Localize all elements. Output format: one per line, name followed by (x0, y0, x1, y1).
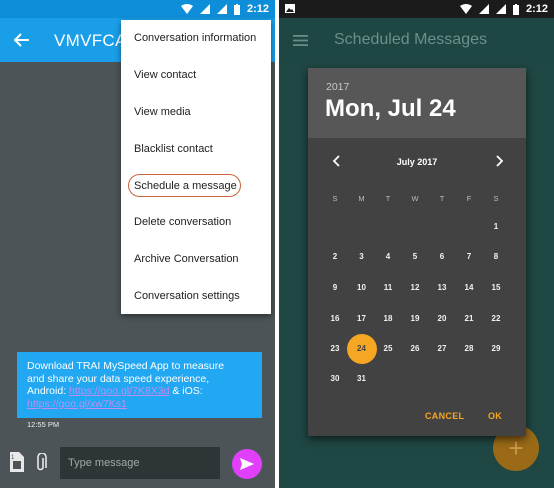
menu-item-label: Blacklist contact (134, 142, 213, 155)
signal-icon (478, 4, 489, 14)
calendar-day[interactable]: 23 (323, 337, 347, 361)
menu-item-view-media[interactable]: View media (121, 94, 271, 131)
calendar-day[interactable]: 8 (484, 245, 508, 269)
calendar-day[interactable]: 22 (484, 307, 508, 331)
status-bar: 2:12 (0, 0, 275, 18)
menu-icon[interactable] (293, 35, 308, 46)
calendar-day[interactable]: 28 (457, 337, 481, 361)
message-link-ios[interactable]: https://goo.gl/xw7Ks1 (27, 398, 127, 410)
menu-item-conversation-settings[interactable]: Conversation settings (121, 278, 271, 315)
weekday-label: S (332, 194, 338, 203)
calendar-day[interactable]: 26 (403, 337, 427, 361)
calendar-day[interactable]: 3 (350, 245, 374, 269)
signal-icon-2 (216, 4, 227, 14)
calendar-day[interactable]: 5 (403, 245, 427, 269)
battery-icon (233, 3, 240, 15)
calendar-day[interactable]: 7 (457, 245, 481, 269)
weekday-label: T (439, 194, 445, 203)
calendar-day[interactable]: 9 (323, 276, 347, 300)
wifi-icon (180, 4, 193, 14)
attachment-icon[interactable] (34, 453, 48, 473)
message-text-ios: & iOS: (169, 385, 203, 397)
ok-button[interactable]: OK (488, 411, 502, 421)
app-bar: Scheduled Messages (279, 18, 554, 62)
message-text-android: Android: (27, 385, 67, 397)
message-line-3: Android: https://goo.gl/7K8X3d & iOS: (27, 385, 252, 398)
calendar-day[interactable]: 13 (430, 276, 454, 300)
status-bar: 2:12 (279, 0, 554, 18)
overflow-menu: Conversation information View contact Vi… (121, 20, 271, 314)
calendar-day[interactable]: 27 (430, 337, 454, 361)
page-title: Scheduled Messages (334, 31, 487, 48)
calendar-day[interactable]: 16 (323, 307, 347, 331)
cancel-button[interactable]: CANCEL (425, 411, 464, 421)
back-arrow-icon[interactable] (13, 31, 31, 49)
menu-item-blacklist-contact[interactable]: Blacklist contact (121, 130, 271, 167)
menu-item-schedule-message[interactable]: Schedule a message (121, 167, 271, 204)
signal-icon (199, 4, 210, 14)
menu-item-delete-conversation[interactable]: Delete conversation (121, 204, 271, 241)
calendar-day[interactable]: 2 (323, 245, 347, 269)
calendar-day[interactable]: 30 (323, 367, 347, 391)
calendar-day[interactable]: 11 (376, 276, 400, 300)
calendar-day[interactable]: 20 (430, 307, 454, 331)
calendar-day[interactable]: 29 (484, 337, 508, 361)
menu-item-label: Delete conversation (134, 216, 232, 229)
menu-item-label: Conversation information (134, 32, 257, 45)
message-input[interactable]: Type message (60, 447, 220, 479)
weekday-label: F (466, 194, 472, 203)
menu-item-label: View contact (134, 69, 197, 82)
conversation-screen: 2:12 VMVFCAR Download TRAI MySpeed App t… (0, 0, 275, 488)
calendar-day[interactable]: 19 (403, 307, 427, 331)
calendar-day[interactable]: 1 (484, 215, 508, 239)
message-link-android[interactable]: https://goo.gl/7K8X3d (69, 385, 169, 397)
signal-icon-2 (495, 4, 506, 14)
weekday-label: T (385, 194, 391, 203)
sim-icon[interactable]: 1 (10, 452, 24, 472)
send-button[interactable] (232, 449, 262, 479)
selected-date[interactable]: Mon, Jul 24 (325, 95, 456, 123)
menu-item-label: View media (134, 105, 191, 118)
calendar-day[interactable]: 14 (457, 276, 481, 300)
menu-item-conversation-information[interactable]: Conversation information (121, 20, 271, 57)
calendar-day[interactable]: 12 (403, 276, 427, 300)
weekday-label: W (411, 194, 419, 203)
weekday-label: M (358, 194, 365, 203)
calendar-day[interactable]: 15 (484, 276, 508, 300)
message-line-1: Download TRAI MySpeed App to measure (27, 360, 225, 372)
date-picker-dialog: 2017 Mon, Jul 24 July 2017 SMTWTFS123456… (308, 68, 526, 436)
wifi-icon (459, 4, 472, 14)
send-icon (240, 458, 254, 470)
calendar-day[interactable]: 25 (376, 337, 400, 361)
highlight-ring (128, 174, 241, 198)
selected-year[interactable]: 2017 (326, 81, 349, 93)
battery-icon (512, 3, 519, 15)
calendar-day[interactable]: 21 (457, 307, 481, 331)
date-picker-header: 2017 Mon, Jul 24 (308, 68, 526, 138)
calendar-day[interactable]: 10 (350, 276, 374, 300)
menu-item-label: Archive Conversation (134, 253, 239, 266)
calendar-day[interactable]: 4 (376, 245, 400, 269)
message-bubble[interactable]: Download TRAI MySpeed App to measure and… (17, 352, 262, 418)
scheduled-messages-screen: 2:12 Scheduled Messages + 2017 Mon, Jul … (279, 0, 554, 488)
calendar-day-selected[interactable]: 24 (346, 334, 377, 364)
menu-item-label: Conversation settings (134, 289, 240, 302)
message-line-2: and share your data speed experience, (27, 372, 210, 385)
status-time: 2:12 (246, 3, 269, 15)
message-timestamp: 12:55 PM (27, 420, 60, 429)
status-time: 2:12 (525, 3, 548, 15)
calendar-day[interactable]: 17 (350, 307, 374, 331)
gallery-notification-icon (285, 4, 295, 13)
calendar-day[interactable]: 31 (350, 367, 374, 391)
calendar-day[interactable]: 6 (430, 245, 454, 269)
calendar-day[interactable]: 18 (376, 307, 400, 331)
plus-icon: + (508, 432, 524, 463)
menu-item-archive-conversation[interactable]: Archive Conversation (121, 241, 271, 278)
chevron-right-icon[interactable] (494, 155, 504, 167)
menu-item-view-contact[interactable]: View contact (121, 57, 271, 94)
weekday-label: S (493, 194, 499, 203)
